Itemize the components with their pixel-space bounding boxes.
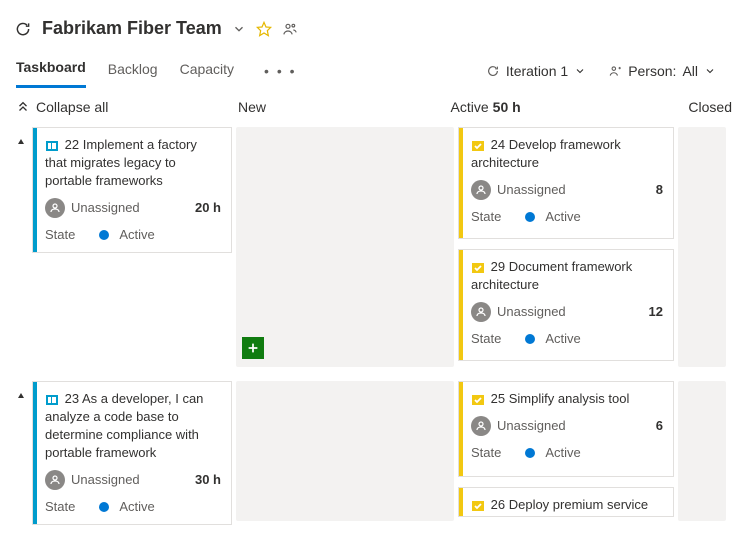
- story-icon: [45, 393, 59, 407]
- state-dot-icon: [99, 502, 109, 512]
- work-item-id: 24: [491, 137, 505, 152]
- task-card[interactable]: 24 Develop framework architecture Unassi…: [458, 127, 674, 239]
- assigned-to[interactable]: Unassigned: [471, 180, 566, 200]
- team-dropdown[interactable]: [232, 22, 246, 36]
- state-field[interactable]: StateActive: [45, 226, 221, 244]
- story-icon: [45, 139, 59, 153]
- work-item-id: 22: [65, 137, 79, 152]
- task-card[interactable]: 25 Simplify analysis tool Unassigned 6 S…: [458, 381, 674, 477]
- board-toolbar: Collapse all New Active50 h Closed: [0, 87, 732, 121]
- row-collapse-toggle[interactable]: [16, 127, 28, 145]
- iteration-icon: [486, 64, 500, 78]
- assigned-to[interactable]: Unassigned: [45, 470, 140, 490]
- team-members-icon[interactable]: [282, 21, 298, 37]
- collapse-icon: [16, 100, 30, 114]
- column-cell-new[interactable]: [236, 381, 454, 521]
- avatar-icon: [471, 416, 491, 436]
- swimlane-row: 23 As a developer, I can analyze a code …: [16, 381, 716, 525]
- column-header-closed: Closed: [684, 99, 732, 115]
- user-story-card[interactable]: 23 As a developer, I can analyze a code …: [32, 381, 232, 525]
- person-filter[interactable]: Person: All: [608, 63, 716, 79]
- chevron-down-icon: [574, 65, 586, 77]
- assigned-to[interactable]: Unassigned: [471, 416, 566, 436]
- state-field[interactable]: StateActive: [45, 498, 221, 516]
- remaining-work: 12: [649, 303, 663, 321]
- avatar-icon: [45, 470, 65, 490]
- task-card[interactable]: 29 Document framework architecture Unass…: [458, 249, 674, 361]
- tab-capacity[interactable]: Capacity: [180, 55, 234, 87]
- task-icon: [471, 393, 485, 407]
- state-field[interactable]: StateActive: [471, 330, 663, 348]
- column-cell-closed[interactable]: [678, 127, 726, 367]
- work-item-id: 29: [491, 259, 505, 274]
- taskboard: 22 Implement a factory that migrates leg…: [0, 127, 732, 525]
- team-name: Fabrikam Fiber Team: [42, 18, 222, 39]
- state-field[interactable]: StateActive: [471, 444, 663, 462]
- collapse-all-button[interactable]: Collapse all: [16, 99, 108, 115]
- assigned-to[interactable]: Unassigned: [471, 302, 566, 322]
- state-dot-icon: [525, 212, 535, 222]
- task-icon: [471, 139, 485, 153]
- work-item-title: Simplify analysis tool: [509, 391, 630, 406]
- iteration-label: Iteration 1: [506, 63, 568, 79]
- remaining-work: 20 h: [195, 199, 221, 217]
- person-value: All: [682, 63, 698, 79]
- work-item-id: 25: [491, 391, 505, 406]
- tab-bar: Taskboard Backlog Capacity • • • Iterati…: [0, 47, 732, 87]
- swimlane-row: 22 Implement a factory that migrates leg…: [16, 127, 716, 367]
- task-card[interactable]: 26 Deploy premium service for code analy…: [458, 487, 674, 517]
- person-prefix: Person:: [628, 63, 676, 79]
- chevron-down-icon: [704, 65, 716, 77]
- state-dot-icon: [99, 230, 109, 240]
- avatar-icon: [471, 180, 491, 200]
- state-dot-icon: [525, 448, 535, 458]
- remaining-work: 30 h: [195, 471, 221, 489]
- work-item-id: 23: [65, 391, 79, 406]
- state-field[interactable]: StateActive: [471, 208, 663, 226]
- column-header-active: Active50 h: [447, 99, 685, 115]
- favorite-star-icon[interactable]: [256, 21, 272, 37]
- remaining-work: 8: [656, 181, 663, 199]
- column-header-new: New: [234, 99, 447, 115]
- collapse-label: Collapse all: [36, 99, 108, 115]
- add-task-button[interactable]: [242, 337, 264, 359]
- avatar-icon: [45, 198, 65, 218]
- user-story-card[interactable]: 22 Implement a factory that migrates leg…: [32, 127, 232, 253]
- column-cell-new[interactable]: [236, 127, 454, 367]
- state-dot-icon: [525, 334, 535, 344]
- avatar-icon: [471, 302, 491, 322]
- task-icon: [471, 261, 485, 275]
- task-icon: [471, 499, 485, 513]
- refresh-icon: [14, 20, 32, 38]
- tab-taskboard[interactable]: Taskboard: [16, 53, 86, 88]
- page-header: Fabrikam Fiber Team: [0, 0, 732, 47]
- remaining-work: 6: [656, 417, 663, 435]
- tab-backlog[interactable]: Backlog: [108, 55, 158, 87]
- assigned-to[interactable]: Unassigned: [45, 198, 140, 218]
- column-cell-closed[interactable]: [678, 381, 726, 521]
- iteration-filter[interactable]: Iteration 1: [486, 63, 586, 79]
- row-collapse-toggle[interactable]: [16, 381, 28, 399]
- tab-more-icon[interactable]: • • •: [256, 63, 304, 79]
- work-item-id: 26: [491, 497, 505, 512]
- person-icon: [608, 64, 622, 78]
